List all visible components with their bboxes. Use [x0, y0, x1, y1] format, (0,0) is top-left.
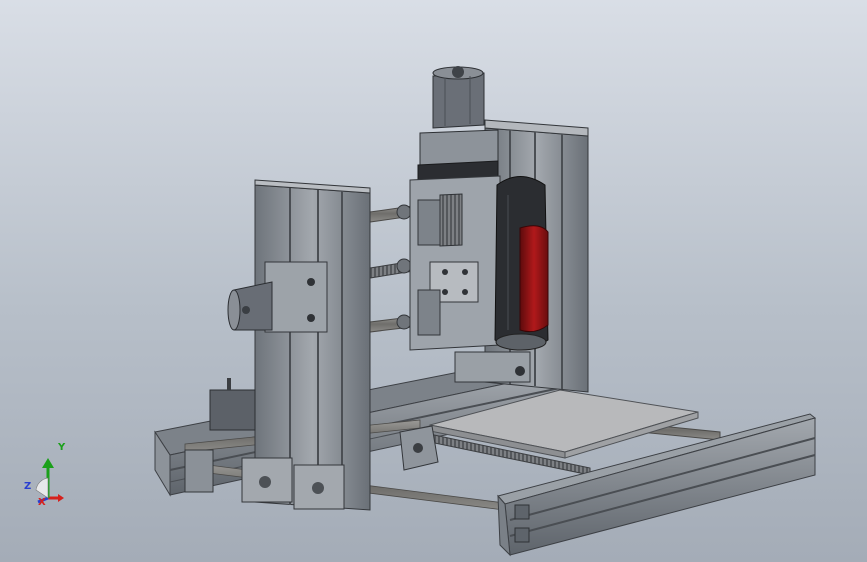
cnc-router-model[interactable]	[0, 0, 867, 562]
y-axis-label: Y	[58, 442, 66, 453]
graphics-viewport[interactable]: Y Z X	[0, 0, 867, 562]
bottom-motor	[209, 378, 256, 431]
x-axis-label: X	[38, 497, 46, 508]
x-stepper-motor[interactable]	[227, 261, 328, 333]
orientation-triad[interactable]: Y Z X	[18, 440, 78, 515]
spindle-motor[interactable]	[494, 176, 549, 351]
triad-axes	[35, 458, 64, 504]
bed-bearing-block	[399, 425, 439, 471]
z-stepper-motor[interactable]	[432, 66, 485, 129]
z-axis-label: Z	[24, 481, 32, 492]
